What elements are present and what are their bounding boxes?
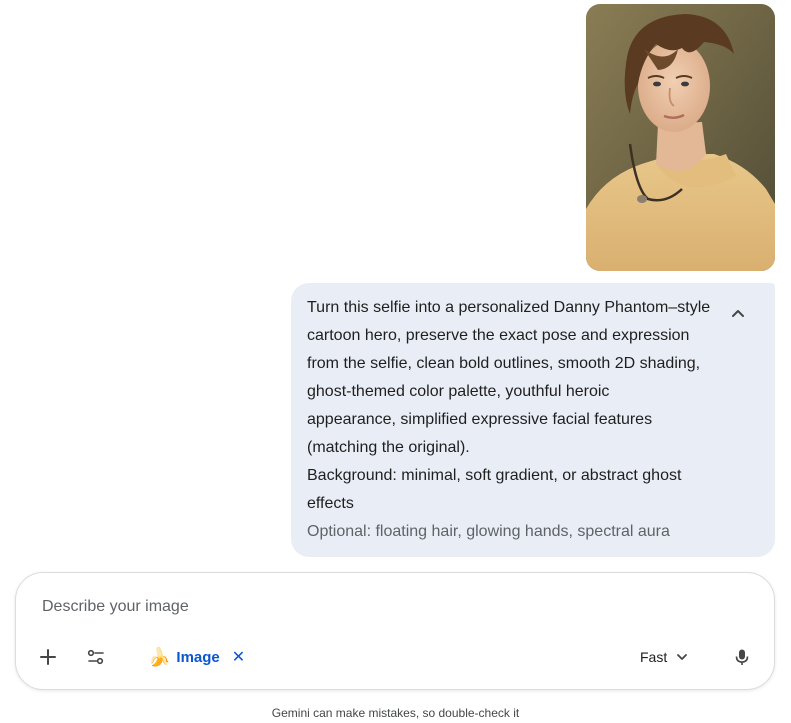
prompt-line: (matching the original). (307, 439, 470, 456)
mic-icon (735, 649, 749, 665)
close-icon[interactable]: ✕ (232, 647, 245, 667)
prompt-line: ghost-themed color palette, youthful her… (307, 383, 610, 400)
model-label: Fast (640, 649, 668, 665)
prompt-line: Turn this selfie into a personalized Dan… (307, 299, 711, 316)
user-prompt-bubble: Turn this selfie into a personalized Dan… (291, 283, 775, 557)
prompt-composer: 🍌 Image ✕ Fast (15, 572, 775, 690)
chevron-down-icon (677, 654, 688, 660)
uploaded-photo[interactable] (586, 4, 775, 271)
model-selector[interactable]: Fast (640, 641, 689, 673)
plus-icon (40, 649, 56, 665)
prompt-line: cartoon hero, preserve the exact pose an… (307, 327, 690, 344)
tools-button[interactable] (80, 641, 112, 673)
prompt-line: Optional: floating hair, glowing hands, … (307, 523, 670, 540)
image-mode-chip[interactable]: 🍌 Image ✕ (140, 641, 253, 673)
chevron-up-icon (732, 310, 744, 317)
disclaimer-text: Gemini can make mistakes, so double-chec… (271, 706, 520, 720)
microphone-button[interactable] (726, 641, 758, 673)
prompt-input[interactable] (40, 593, 644, 621)
tune-icon (87, 649, 104, 665)
photo-thumbnail-icon (586, 4, 775, 271)
banana-icon: 🍌 (148, 647, 171, 667)
prompt-line: Background: minimal, soft gradient, or a… (307, 467, 682, 484)
collapse-prompt-button[interactable] (729, 305, 747, 323)
image-chip-label: Image (176, 648, 220, 666)
prompt-line: from the selfie, clean bold outlines, sm… (307, 355, 701, 372)
prompt-line: appearance, simplified expressive facial… (307, 411, 653, 428)
prompt-line: effects (307, 495, 354, 512)
add-button[interactable] (32, 641, 64, 673)
